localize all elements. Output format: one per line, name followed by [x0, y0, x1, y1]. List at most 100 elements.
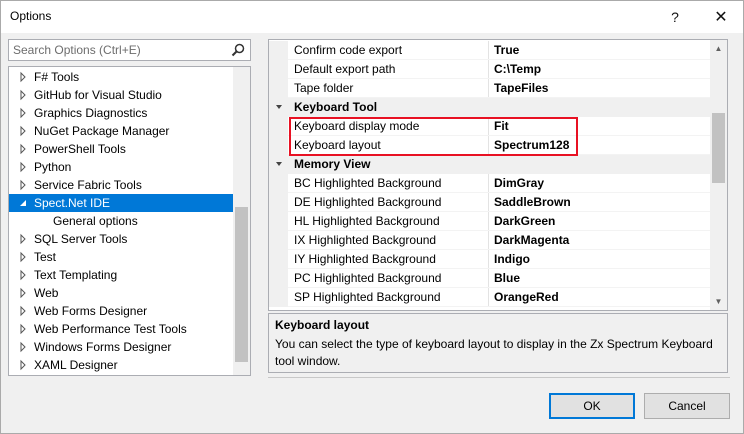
column-divider[interactable]	[488, 174, 489, 193]
row-divider	[288, 287, 710, 288]
property-value[interactable]: OrangeRed	[494, 288, 559, 307]
column-divider[interactable]	[488, 193, 489, 212]
collapsed-arrow-icon[interactable]	[18, 158, 28, 176]
property-value[interactable]: DarkGreen	[494, 212, 555, 231]
tree-item[interactable]: General options	[9, 212, 233, 230]
close-button[interactable]: ✕	[701, 1, 741, 33]
property-value[interactable]: C:\Temp	[494, 60, 541, 79]
property-row[interactable]: SP Highlighted Background OrangeRed	[269, 288, 710, 307]
category-label: Keyboard Tool	[294, 100, 378, 114]
tree-item[interactable]: GitHub for Visual Studio	[9, 86, 233, 104]
property-value[interactable]: DarkMagenta	[494, 231, 569, 250]
collapsed-arrow-icon[interactable]	[18, 356, 28, 374]
collapsed-arrow-icon[interactable]	[18, 266, 28, 284]
tree-item[interactable]: PowerShell Tools	[9, 140, 233, 158]
tree-item[interactable]: Graphics Diagnostics	[9, 104, 233, 122]
row-divider	[288, 154, 710, 155]
tree-item-label: Service Fabric Tools	[34, 178, 142, 192]
row-divider	[288, 78, 710, 79]
search-icon[interactable]	[230, 42, 246, 58]
collapsed-arrow-icon[interactable]	[18, 68, 28, 86]
column-divider[interactable]	[488, 60, 489, 79]
property-value[interactable]: Fit	[494, 117, 509, 136]
property-value[interactable]: True	[494, 41, 519, 60]
column-divider[interactable]	[488, 212, 489, 231]
collapsed-arrow-icon[interactable]	[18, 284, 28, 302]
help-button[interactable]: ?	[655, 1, 695, 33]
column-divider[interactable]	[488, 288, 489, 307]
collapsed-arrow-icon[interactable]	[18, 320, 28, 338]
row-gutter	[269, 288, 288, 307]
property-value[interactable]: SaddleBrown	[494, 193, 571, 212]
property-value[interactable]: TapeFiles	[494, 79, 548, 98]
tree-item-label: Text Templating	[34, 268, 118, 282]
property-row[interactable]: Keyboard display mode Fit	[269, 117, 710, 136]
tree-item[interactable]: Python	[9, 158, 233, 176]
row-gutter	[269, 117, 288, 136]
column-divider[interactable]	[488, 136, 489, 155]
row-gutter	[269, 212, 288, 231]
collapsed-arrow-icon[interactable]	[18, 176, 28, 194]
tree-item-label: Python	[34, 160, 72, 174]
tree-item[interactable]: XAML Designer	[9, 356, 233, 374]
collapse-arrow-icon[interactable]	[273, 155, 285, 174]
column-divider[interactable]	[488, 269, 489, 288]
tree-item[interactable]: NuGet Package Manager	[9, 122, 233, 140]
divider	[268, 377, 730, 378]
property-row[interactable]: Confirm code export True	[269, 41, 710, 60]
column-divider[interactable]	[488, 250, 489, 269]
collapsed-arrow-icon[interactable]	[18, 230, 28, 248]
column-divider[interactable]	[488, 79, 489, 98]
column-divider[interactable]	[488, 41, 489, 60]
property-value[interactable]: Blue	[494, 269, 520, 288]
collapsed-arrow-icon[interactable]	[18, 302, 28, 320]
tree-scroll-thumb[interactable]	[235, 207, 248, 362]
grid-scrollbar[interactable]: ▲ ▼	[710, 40, 727, 310]
property-row[interactable]: DE Highlighted Background SaddleBrown	[269, 193, 710, 212]
category-row[interactable]: Keyboard Tool	[269, 98, 710, 117]
column-divider[interactable]	[488, 117, 489, 136]
tree-item[interactable]: Text Templating	[9, 266, 233, 284]
collapse-arrow-icon[interactable]	[273, 98, 285, 117]
collapsed-arrow-icon[interactable]	[18, 140, 28, 158]
row-gutter	[269, 231, 288, 250]
ok-button[interactable]: OK	[549, 393, 635, 419]
expanded-arrow-icon[interactable]	[18, 194, 28, 212]
tree-item[interactable]: Service Fabric Tools	[9, 176, 233, 194]
property-row[interactable]: IY Highlighted Background Indigo	[269, 250, 710, 269]
tree-item[interactable]: Spect.Net IDE	[9, 194, 233, 212]
property-row[interactable]: Tape folder TapeFiles	[269, 79, 710, 98]
scroll-up-icon[interactable]: ▲	[710, 40, 727, 57]
collapsed-arrow-icon[interactable]	[18, 86, 28, 104]
row-gutter	[269, 269, 288, 288]
scroll-down-icon[interactable]: ▼	[710, 293, 727, 310]
tree-item[interactable]: SQL Server Tools	[9, 230, 233, 248]
tree-item[interactable]: Windows Forms Designer	[9, 338, 233, 356]
property-value[interactable]: DimGray	[494, 174, 544, 193]
tree-scrollbar[interactable]	[233, 67, 250, 375]
property-row[interactable]: Default export path C:\Temp	[269, 60, 710, 79]
column-divider[interactable]	[488, 231, 489, 250]
property-row[interactable]: Keyboard layout Spectrum128	[269, 136, 710, 155]
property-value[interactable]: Indigo	[494, 250, 530, 269]
property-row[interactable]: PC Highlighted Background Blue	[269, 269, 710, 288]
property-row[interactable]: HL Highlighted Background DarkGreen	[269, 212, 710, 231]
property-value[interactable]: Spectrum128	[494, 136, 569, 155]
category-row[interactable]: Memory View	[269, 155, 710, 174]
search-placeholder: Search Options (Ctrl+E)	[13, 43, 141, 57]
grid-scroll-thumb[interactable]	[712, 113, 725, 183]
cancel-button[interactable]: Cancel	[644, 393, 730, 419]
tree-item[interactable]: F# Tools	[9, 68, 233, 86]
tree-item[interactable]: Web Performance Test Tools	[9, 320, 233, 338]
property-row[interactable]: BC Highlighted Background DimGray	[269, 174, 710, 193]
search-input[interactable]: Search Options (Ctrl+E)	[8, 39, 251, 61]
property-row[interactable]: IX Highlighted Background DarkMagenta	[269, 231, 710, 250]
tree-item[interactable]: Web	[9, 284, 233, 302]
collapsed-arrow-icon[interactable]	[18, 122, 28, 140]
tree-item[interactable]: Web Forms Designer	[9, 302, 233, 320]
collapsed-arrow-icon[interactable]	[18, 338, 28, 356]
description-panel: Keyboard layout You can select the type …	[268, 313, 728, 373]
collapsed-arrow-icon[interactable]	[18, 104, 28, 122]
collapsed-arrow-icon[interactable]	[18, 248, 28, 266]
tree-item[interactable]: Test	[9, 248, 233, 266]
